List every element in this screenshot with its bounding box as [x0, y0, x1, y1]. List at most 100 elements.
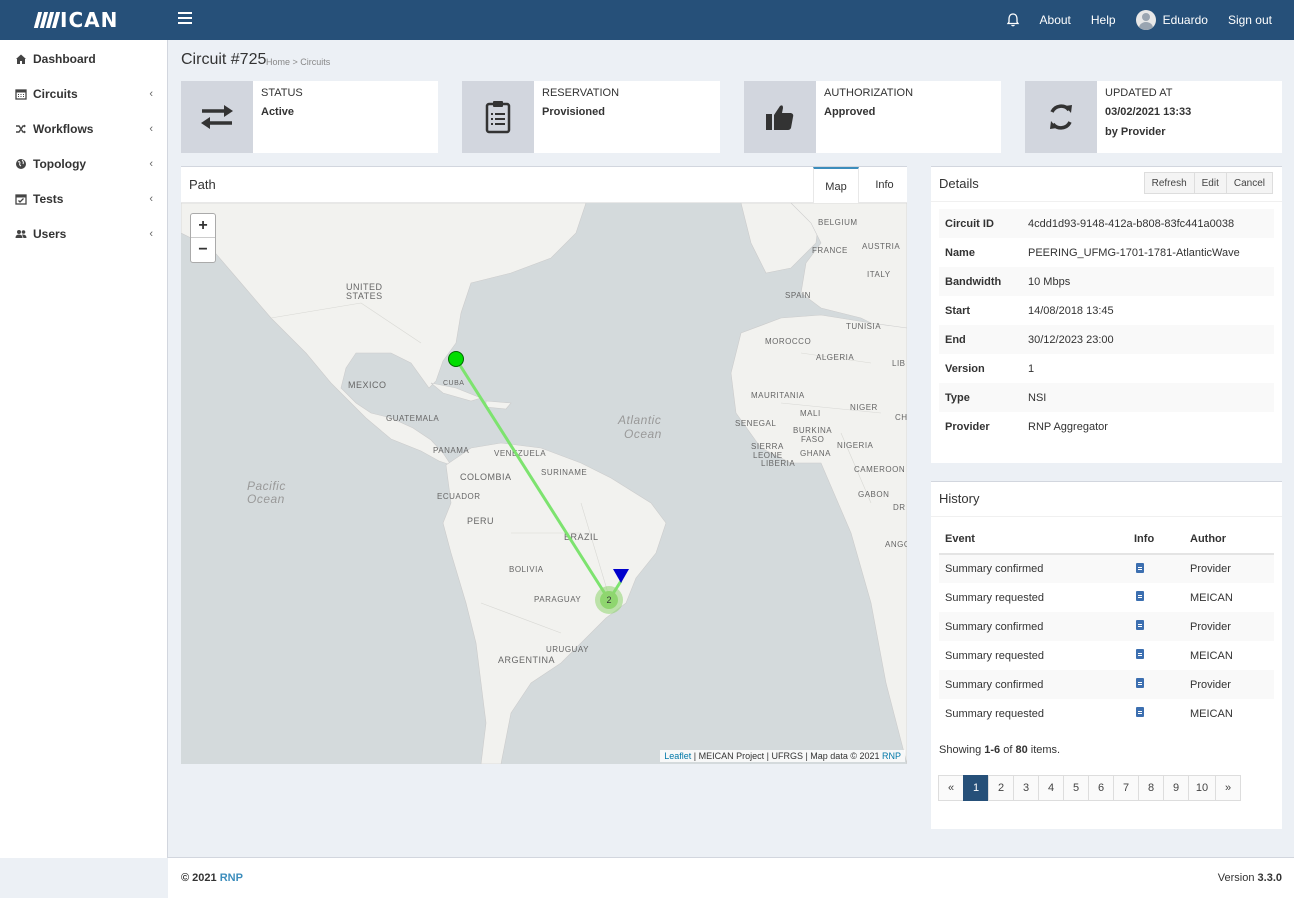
page-title: Circuit #725 — [181, 51, 267, 68]
map-label: ANGO — [885, 540, 907, 549]
table-row: Summary requested MEICAN — [939, 641, 1274, 670]
map-label: COLOMBIA — [460, 472, 512, 482]
page-next-button[interactable]: » — [1215, 775, 1241, 801]
sidebar-item-users[interactable]: Users ‹ — [0, 216, 167, 251]
map-label: DR — [893, 503, 906, 512]
document-icon[interactable] — [1136, 620, 1144, 630]
map-view[interactable]: UNITED STATES MEXICO CUBA GUATEMALA PANA… — [181, 203, 907, 764]
sidebar-item-label: Users — [33, 226, 67, 241]
breadcrumb[interactable]: Home > Circuits — [266, 57, 330, 67]
map-label: MOROCCO — [765, 337, 811, 346]
history-author: Provider — [1190, 678, 1231, 691]
map-label: SENEGAL — [735, 419, 776, 428]
details-row: Version 1 — [939, 354, 1274, 383]
page-button-1[interactable]: 1 — [963, 775, 989, 801]
source-marker[interactable] — [448, 351, 464, 367]
sidebar-item-label: Workflows — [33, 121, 94, 136]
about-link[interactable]: About — [1030, 0, 1081, 40]
calendar-check-icon — [15, 193, 27, 205]
document-icon[interactable] — [1136, 591, 1144, 601]
signout-link[interactable]: Sign out — [1218, 0, 1282, 40]
bell-icon — [1006, 13, 1019, 27]
page-button-7[interactable]: 7 — [1113, 775, 1139, 801]
meican-logo[interactable]: ICAN — [33, 8, 118, 32]
cancel-button[interactable]: Cancel — [1225, 172, 1273, 194]
page-button-4[interactable]: 4 — [1038, 775, 1064, 801]
status-value: Active — [261, 106, 295, 118]
leaflet-link[interactable]: Leaflet — [664, 751, 691, 761]
authorization-label: AUTHORIZATION — [824, 87, 914, 99]
notifications-button[interactable] — [996, 0, 1030, 40]
sidebar-item-dashboard[interactable]: Dashboard — [0, 41, 167, 76]
page-button-9[interactable]: 9 — [1163, 775, 1189, 801]
document-icon[interactable] — [1136, 649, 1144, 659]
users-icon — [15, 228, 27, 240]
sidebar-item-workflows[interactable]: Workflows ‹ — [0, 111, 167, 146]
details-actions: Refresh Edit Cancel — [1143, 172, 1273, 194]
map-label: ALGERIA — [816, 353, 854, 362]
rnp-footer-link[interactable]: RNP — [220, 872, 243, 884]
avatar — [1135, 10, 1156, 30]
map-label: LIBERIA — [761, 459, 795, 468]
updated-infobox: UPDATED AT 03/02/2021 13:33 by Provider — [1025, 81, 1282, 153]
document-icon[interactable] — [1136, 562, 1144, 573]
tab-map[interactable]: Map — [813, 167, 859, 204]
map-label: PANAMA — [433, 446, 469, 455]
edit-button[interactable]: Edit — [1193, 172, 1227, 194]
sidebar-item-tests[interactable]: Tests ‹ — [0, 181, 167, 216]
history-author: MEICAN — [1190, 591, 1233, 604]
map-label: MEXICO — [348, 380, 387, 390]
page-button-6[interactable]: 6 — [1088, 775, 1114, 801]
history-table: Event Info Author Summary confirmed Provi… — [939, 525, 1274, 728]
history-author: MEICAN — [1190, 649, 1233, 662]
help-link[interactable]: Help — [1081, 0, 1126, 40]
column-header-event: Event — [939, 525, 1128, 555]
sidebar-item-circuits[interactable]: Circuits ‹ — [0, 76, 167, 111]
page-button-2[interactable]: 2 — [988, 775, 1014, 801]
details-key: Version — [945, 362, 985, 375]
details-value: 1 — [1028, 362, 1035, 375]
column-header-info: Info — [1128, 525, 1184, 555]
document-icon[interactable] — [1136, 707, 1144, 717]
hamburger-icon[interactable] — [178, 12, 192, 26]
page-button-5[interactable]: 5 — [1063, 775, 1089, 801]
clipboard-icon — [462, 81, 534, 153]
rnp-link[interactable]: RNP — [882, 751, 901, 761]
page-button-8[interactable]: 8 — [1138, 775, 1164, 801]
zoom-out-button[interactable]: − — [191, 238, 215, 262]
cluster-count: 2 — [606, 595, 611, 605]
details-key: End — [945, 333, 966, 346]
refresh-button[interactable]: Refresh — [1143, 172, 1195, 194]
zoom-in-button[interactable]: + — [191, 214, 215, 238]
version-label: Version — [1217, 872, 1258, 884]
sidebar-item-topology[interactable]: Topology ‹ — [0, 146, 167, 181]
map-label: CAMEROON — [854, 465, 905, 474]
details-row: Start 14/08/2018 13:45 — [939, 296, 1274, 325]
page-button-10[interactable]: 10 — [1188, 775, 1216, 801]
map-label: URUGUAY — [546, 645, 589, 654]
details-key: Circuit ID — [945, 217, 994, 230]
chevron-left-icon: ‹ — [149, 158, 153, 170]
table-row: Summary requested MEICAN — [939, 699, 1274, 728]
map-label: Atlantic — [617, 413, 661, 427]
table-row: Summary requested MEICAN — [939, 583, 1274, 612]
table-row: Summary confirmed Provider — [939, 612, 1274, 641]
map-label: FRANCE — [812, 246, 848, 255]
map-label: VENEZUELA — [494, 449, 546, 458]
details-value: PEERING_UFMG-1701-1781-AtlanticWave — [1028, 246, 1240, 259]
page-button-3[interactable]: 3 — [1013, 775, 1039, 801]
page-prev-button[interactable]: « — [938, 775, 964, 801]
history-event: Summary requested — [945, 649, 1045, 662]
user-name: Eduardo — [1162, 13, 1208, 27]
map-label: TUNISIA — [846, 322, 881, 331]
history-event: Summary confirmed — [945, 678, 1044, 691]
document-icon[interactable] — [1136, 678, 1144, 688]
tab-info[interactable]: Info — [862, 167, 907, 203]
shuffle-icon — [15, 123, 27, 135]
map-label: SURINAME — [541, 468, 587, 477]
summary-prefix: Showing — [939, 744, 985, 756]
user-menu[interactable]: Eduardo — [1126, 0, 1218, 40]
map-label: SPAIN — [785, 291, 811, 300]
map-canvas: UNITED STATES MEXICO CUBA GUATEMALA PANA… — [181, 203, 907, 764]
history-panel: History Event Info Author Summary confir… — [931, 481, 1282, 829]
